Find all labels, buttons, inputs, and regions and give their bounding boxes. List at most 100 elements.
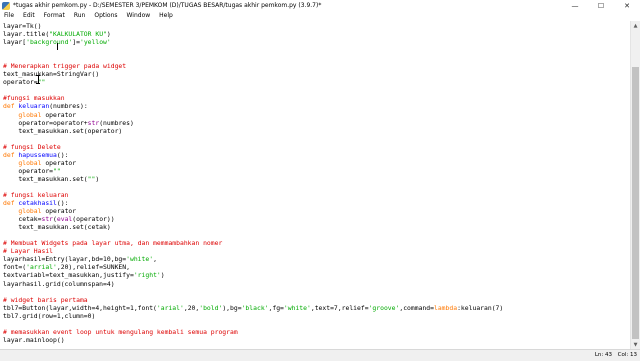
code-line[interactable] (3, 231, 631, 239)
text-caret (57, 43, 58, 50)
code-line[interactable]: tbl7=Button(layar,width=4,height=1,font(… (3, 304, 631, 312)
code-line[interactable]: text_masukkan.set(operator) (3, 127, 631, 135)
code-line[interactable]: layar.title("KALKULATOR KU") (3, 30, 631, 38)
code-token: ,text=7,relief= (310, 303, 369, 312)
code-line[interactable]: operator="" (3, 167, 631, 175)
code-token: ) (95, 174, 100, 183)
code-line[interactable]: layar['background']='yellow' (3, 38, 631, 46)
code-token: #fungsi masukkan (3, 94, 65, 103)
code-line[interactable]: global operator (3, 111, 631, 119)
code-line[interactable]: def cetakhasil(): (3, 199, 631, 207)
code-line[interactable]: tbl7.grid(row=1,clumn=0) (3, 312, 631, 320)
code-token: eval (56, 215, 73, 224)
code-token: ,fg= (268, 303, 284, 312)
code-line[interactable]: # Layar Hasil (3, 247, 631, 255)
code-token: ,20, (183, 303, 200, 312)
i-beam-cursor-icon (36, 75, 40, 84)
code-line[interactable] (3, 320, 631, 328)
code-token: (operator)) (72, 215, 115, 224)
code-line[interactable]: # widget baris pertama (3, 296, 631, 304)
code-line[interactable]: # Membuat Widgets pada layar utma, dan m… (3, 239, 631, 247)
code-line[interactable]: def hapussemua(): (3, 151, 631, 159)
menu-file[interactable]: File (0, 11, 19, 21)
code-line[interactable]: operator=operator+str(numbres) (3, 119, 631, 127)
code-line[interactable]: cetak=str(eval(operator)) (3, 215, 631, 223)
code-token: , (153, 255, 157, 264)
python-idle-icon (2, 1, 10, 10)
code-line[interactable]: # fungsi keluaran (3, 191, 631, 199)
code-token: ) (106, 30, 111, 39)
code-token: layarhasil.grid(columnspan=4) (3, 279, 115, 288)
menu-edit[interactable]: Edit (19, 11, 40, 21)
code-line[interactable]: textvariabl=text_masukkan,justify='right… (3, 271, 631, 279)
code-token: text_masukkan.set(operator) (3, 126, 123, 135)
code-token: 'bold' (199, 303, 223, 312)
code-editor[interactable]: layar=Tk() layar.title("KALKULATOR KU") la… (0, 21, 631, 349)
code-line[interactable] (3, 135, 631, 143)
code-line[interactable]: global operator (3, 159, 631, 167)
code-line[interactable] (3, 86, 631, 94)
code-line[interactable]: layar.mainloop() (3, 336, 631, 344)
code-token: (numbres) (99, 118, 134, 127)
status-line-number: Ln: 43 (594, 352, 612, 358)
scroll-down-arrow-icon[interactable]: ▼ (631, 340, 640, 349)
menu-run[interactable]: Run (70, 11, 91, 21)
code-line[interactable]: layar=Tk() (3, 22, 631, 30)
code-line[interactable] (3, 288, 631, 296)
menu-window[interactable]: Window (123, 11, 156, 21)
code-line[interactable]: operator="" (3, 78, 631, 86)
window-controls: — ☐ ✕ (562, 0, 640, 11)
code-token: str (87, 118, 100, 127)
code-token: text_masukkan.set(cetak) (3, 223, 111, 232)
code-line[interactable]: layarhasil.grid(columnspan=4) (3, 280, 631, 288)
status-bar: Ln: 43 Col: 13 (0, 349, 640, 361)
menu-bar: File Edit Format Run Options Window Help (0, 11, 640, 21)
code-line[interactable]: font=('arrial',20),relief=SUNKEN, (3, 263, 631, 271)
code-token: layar[ (3, 38, 27, 47)
code-token: # Membuat Widgets pada layar utma, dan m… (3, 239, 223, 248)
code-token: ,command= (399, 303, 434, 312)
code-token: operator= (3, 166, 54, 175)
code-line[interactable] (3, 183, 631, 191)
code-token: # memasukkan event loop untuk mengulang … (3, 327, 238, 336)
code-token: # Menerapkan trigger pada widget (3, 62, 127, 71)
code-token: keluaran (18, 102, 50, 111)
code-token: # fungsi keluaran (3, 190, 69, 199)
code-line[interactable]: text_masukkan.set("") (3, 175, 631, 183)
code-text[interactable]: layar=Tk() layar.title("KALKULATOR KU") la… (0, 21, 631, 344)
code-line[interactable]: # Menerapkan trigger pada widget (3, 62, 631, 70)
code-line[interactable]: global operator (3, 207, 631, 215)
code-line[interactable]: # memasukkan event loop untuk mengulang … (3, 328, 631, 336)
maximize-button[interactable]: ☐ (588, 0, 614, 11)
scroll-up-arrow-icon[interactable]: ▲ (631, 21, 640, 30)
code-line[interactable] (3, 46, 631, 54)
code-token: layar=Tk() (3, 22, 42, 30)
code-token: "" (53, 166, 61, 175)
code-line[interactable]: #fungsi masukkan (3, 94, 631, 102)
code-token: ,20),relief=SUNKEN, (56, 263, 130, 272)
minimize-button[interactable]: — (562, 0, 588, 11)
code-token: layar.mainloop() (3, 335, 65, 344)
menu-help[interactable]: Help (155, 11, 178, 21)
code-line[interactable]: layarhasil=Entry(layar,bd=10,bg='white', (3, 255, 631, 263)
code-token: "KALKULATOR KU" (49, 30, 107, 39)
menu-format[interactable]: Format (40, 11, 70, 21)
close-button[interactable]: ✕ (614, 0, 640, 11)
code-token: (numbres): (49, 102, 88, 111)
scrollbar-thumb[interactable] (632, 67, 639, 339)
code-line[interactable] (3, 54, 631, 62)
vertical-scrollbar[interactable]: ▲ ▼ (630, 21, 640, 349)
code-line[interactable]: text_masukkan.set(cetak) (3, 223, 631, 231)
code-line[interactable]: # fungsi Delete (3, 143, 631, 151)
code-token: # widget baris pertama (3, 295, 88, 304)
code-token: 'groove' (368, 303, 400, 312)
code-token: 'white' (283, 303, 311, 312)
code-token: operator (41, 207, 77, 216)
code-token: 'black' (241, 303, 269, 312)
menu-options[interactable]: Options (90, 11, 122, 21)
code-token: 'arial' (156, 303, 184, 312)
code-token: def (3, 150, 15, 159)
code-line[interactable]: text_masukkan=StringVar() (3, 70, 631, 78)
code-line[interactable]: def keluaran(numbres): (3, 102, 631, 110)
